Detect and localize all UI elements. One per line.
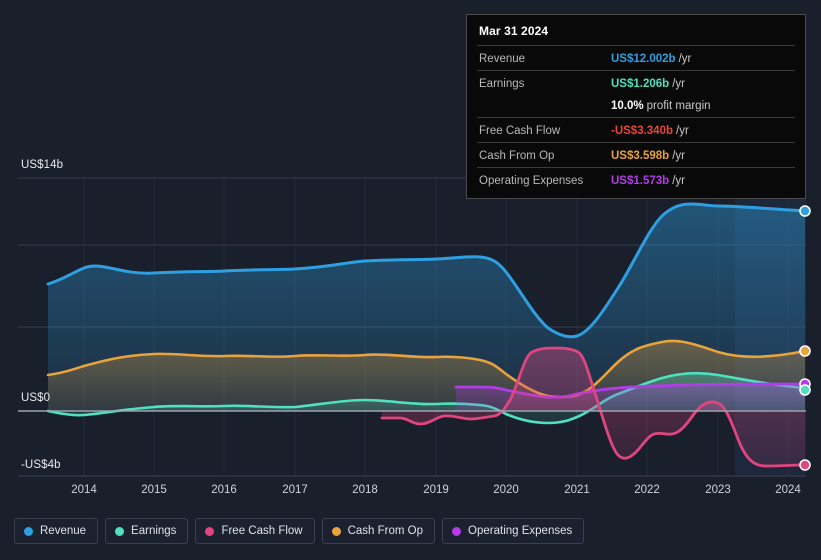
tooltip-row-value-wrap: -US$3.340b/yr <box>611 121 689 139</box>
tooltip-row: Free Cash Flow -US$3.340b/yr <box>477 117 795 142</box>
legend-item-cash-from-op[interactable]: Cash From Op <box>321 518 436 544</box>
legend-item-earnings[interactable]: Earnings <box>105 518 189 544</box>
tooltip-row-unit: /yr <box>676 125 689 137</box>
x-axis-tick-2018: 2018 <box>352 484 378 496</box>
tooltip-row-value-wrap: US$1.206b/yr <box>611 74 685 92</box>
y-axis-label-top: US$14b <box>21 159 64 171</box>
tooltip-row-label: Revenue <box>479 53 526 65</box>
tooltip-row-label: Operating Expenses <box>479 175 584 187</box>
endpoint-revenue <box>799 205 811 217</box>
legend-item-label: Operating Expenses <box>468 525 573 537</box>
legend-item-label: Free Cash Flow <box>221 525 303 537</box>
tooltip-row-label: Earnings <box>479 78 525 90</box>
legend-item-label: Revenue <box>40 525 87 537</box>
tooltip-row-label: Cash From Op <box>479 150 555 162</box>
legend-item-label: Cash From Op <box>347 525 424 537</box>
legend-item-free-cash-flow[interactable]: Free Cash Flow <box>195 518 315 544</box>
legend-item-label: Earnings <box>131 525 177 537</box>
tooltip-row-value: US$1.573b <box>611 175 670 187</box>
legend-color-dot-icon <box>115 526 125 536</box>
legend-color-dot-icon <box>205 526 215 536</box>
x-axis-tick-2017: 2017 <box>282 484 308 496</box>
endpoint-freecashflow <box>799 459 811 471</box>
y-axis-label-bottom: -US$4b <box>21 459 61 471</box>
tooltip-row: Operating Expenses US$1.573b/yr <box>477 167 795 192</box>
tooltip-row-unit: /yr <box>672 150 685 162</box>
tooltip-rows: Revenue US$12.002b/yr Earnings US$1.206b/yr… <box>477 45 795 192</box>
tooltip-row-value-wrap: 10.0% profit margin <box>611 96 711 114</box>
x-axis-tick-2024: 2024 <box>775 484 801 496</box>
x-axis-tick-2016: 2016 <box>211 484 237 496</box>
tooltip-row-unit: /yr <box>678 53 692 65</box>
data-tooltip: Mar 31 2024 Revenue US$12.002b/yr Earnings… <box>466 14 806 199</box>
tooltip-row-value: US$3.598b <box>611 150 670 162</box>
tooltip-row-value-wrap: US$3.598b/yr <box>611 146 685 164</box>
x-axis-tick-2020: 2020 <box>493 484 519 496</box>
chart-legend: Revenue Earnings Free Cash Flow Cash From O… <box>14 518 585 544</box>
endpoint-earnings <box>799 384 811 396</box>
tooltip-row-unit: profit margin <box>646 100 711 112</box>
tooltip-row-label: Free Cash Flow <box>479 125 561 137</box>
tooltip-row-value-wrap: US$12.002b/yr <box>611 49 691 67</box>
legend-color-dot-icon <box>452 526 462 536</box>
y-axis-label-zero: US$0 <box>21 392 51 404</box>
legend-color-dot-icon <box>24 526 33 536</box>
x-axis-tick-2022: 2022 <box>634 484 660 496</box>
tooltip-row-value: 10.0% <box>611 100 644 112</box>
tooltip-row-value: US$12.002b <box>611 53 676 65</box>
tooltip-row-unit: /yr <box>672 175 685 187</box>
x-axis-tick-2014: 2014 <box>71 484 97 496</box>
tooltip-date: Mar 31 2024 <box>479 24 549 38</box>
legend-item-revenue[interactable]: Revenue <box>14 518 99 544</box>
tooltip-row-value: US$1.206b <box>611 78 670 90</box>
tooltip-row-value-wrap: US$1.573b/yr <box>611 171 685 189</box>
x-axis-tick-2019: 2019 <box>423 484 449 496</box>
x-axis-tick-2021: 2021 <box>564 484 590 496</box>
legend-item-operating-expenses[interactable]: Operating Expenses <box>442 518 585 544</box>
tooltip-row: Cash From Op US$3.598b/yr <box>477 142 795 167</box>
endpoint-cashfromop <box>799 345 811 357</box>
tooltip-row-unit: /yr <box>672 78 685 90</box>
tooltip-row-value: -US$3.340b <box>611 125 674 137</box>
x-axis-tick-2015: 2015 <box>141 484 167 496</box>
tooltip-row: 10.0% profit margin <box>477 95 795 117</box>
financial-performance-chart: US$14b US$0 -US$4b 2014 2015 2016 2017 2018 2… <box>0 0 821 560</box>
legend-color-dot-icon <box>331 526 341 536</box>
x-axis-tick-2023: 2023 <box>705 484 731 496</box>
tooltip-row: Revenue US$12.002b/yr <box>477 45 795 70</box>
tooltip-row: Earnings US$1.206b/yr <box>477 70 795 95</box>
